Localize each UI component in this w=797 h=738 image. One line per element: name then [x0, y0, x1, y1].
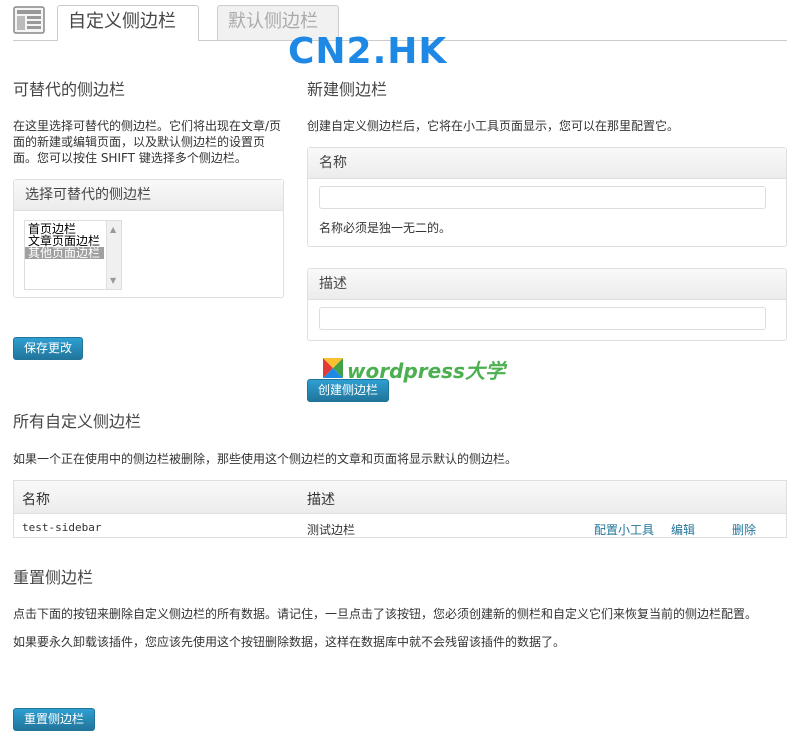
- replaceable-box: 选择可替代的侧边栏 首页边栏 文章页面边栏 其他页面边栏 ▲ ▼: [13, 179, 284, 298]
- sidebar-description-cell: 测试边栏: [307, 523, 356, 537]
- configure-widgets-link[interactable]: 配置小工具: [594, 521, 654, 538]
- replaceable-sidebar-select[interactable]: 首页边栏 文章页面边栏 其他页面边栏 ▲ ▼: [24, 220, 122, 290]
- reset-heading: 重置侧边栏: [13, 568, 94, 587]
- column-header-description: 描述: [307, 492, 335, 508]
- scroll-up-arrow-icon[interactable]: ▲: [110, 225, 116, 234]
- name-hint: 名称必须是独一无二的。: [319, 221, 452, 235]
- scroll-down-arrow-icon[interactable]: ▼: [110, 276, 116, 285]
- name-box: 名称 名称必须是独一无二的。: [307, 147, 787, 247]
- reset-description-line2: 如果要永久卸载该插件，您应该先使用这个按钮删除数据，这样在数据库中就不会残留该插…: [13, 635, 566, 649]
- sidebar-screen-icon: [13, 6, 45, 34]
- reset-description-line1: 点击下面的按钮来删除自定义侧边栏的所有数据。请记住，一旦点击了该按钮，您必须创建…: [13, 607, 758, 621]
- edit-link[interactable]: 编辑: [671, 521, 695, 538]
- tab-custom-sidebars[interactable]: 自定义侧边栏: [57, 5, 199, 41]
- sidebar-name-cell: test-sidebar: [22, 521, 102, 534]
- new-sidebar-heading: 新建侧边栏: [307, 80, 388, 99]
- reset-sidebars-button[interactable]: 重置侧边栏: [13, 708, 95, 731]
- listbox-option-selected[interactable]: 其他页面边栏: [25, 247, 104, 259]
- watermark: CN2.HK: [288, 31, 448, 72]
- replaceable-box-title: 选择可替代的侧边栏: [14, 180, 283, 211]
- delete-link[interactable]: 删除: [732, 521, 756, 538]
- table-header: 名称 描述: [14, 481, 786, 514]
- name-box-title: 名称: [308, 148, 786, 179]
- save-changes-button[interactable]: 保存更改: [13, 337, 83, 360]
- listbox-scrollbar[interactable]: ▲ ▼: [106, 221, 121, 289]
- sidebar-name-input[interactable]: [319, 186, 766, 209]
- sidebars-table: 名称 描述 test-sidebar 测试边栏 配置小工具 编辑 删除: [13, 480, 787, 538]
- new-sidebar-description: 创建自定义侧边栏后，它将在小工具页面显示，您可以在那里配置它。: [307, 119, 680, 133]
- description-box: 描述: [307, 268, 787, 341]
- create-sidebar-button[interactable]: 创建侧边栏: [307, 379, 389, 402]
- replaceable-heading: 可替代的侧边栏: [13, 80, 126, 99]
- column-header-name: 名称: [22, 492, 50, 508]
- sidebar-description-input[interactable]: [319, 307, 766, 330]
- wordpress-logo-icon: [323, 358, 343, 378]
- all-sidebars-heading: 所有自定义侧边栏: [13, 412, 142, 431]
- description-box-title: 描述: [308, 269, 786, 300]
- replaceable-description: 在这里选择可替代的侧边栏。它们将出现在文章/页面的新建或编辑页面，以及默认侧边栏…: [13, 119, 282, 165]
- all-sidebars-description: 如果一个正在使用中的侧边栏被删除，那些使用这个侧边栏的文章和页面将显示默认的侧边…: [13, 452, 518, 466]
